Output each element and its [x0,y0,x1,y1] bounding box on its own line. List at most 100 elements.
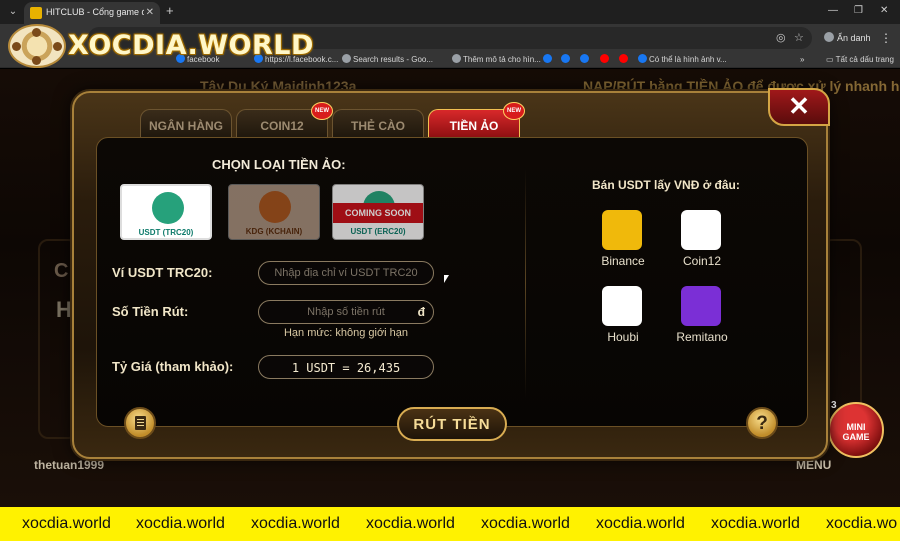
chip-dot [53,42,62,51]
note-line [137,419,144,420]
amount-input[interactable] [259,301,433,323]
help-button[interactable]: ? [746,407,778,439]
exchange-coin12[interactable]: Coin12 [671,210,733,276]
facebook-icon [543,54,552,63]
chip-dot [32,28,41,37]
wallet-input[interactable] [259,262,433,284]
coin-label: USDT (TRC20) [138,228,194,237]
note-line [137,422,144,423]
coin-label: KDG (KCHAIN) [245,227,303,236]
watermark-banner: xocdia.world xocdia.world xocdia.world x… [0,507,900,541]
exchange-binance[interactable]: Binance [592,210,654,276]
star-icon[interactable]: ☆ [794,31,804,45]
wallet-field[interactable] [258,261,434,285]
note-line [137,425,144,426]
maximize-icon[interactable]: ❐ [854,4,863,18]
bookmark-item[interactable]: Có thể là hình ảnh v... [638,53,727,66]
banner-text: xocdia.world [481,515,570,532]
withdraw-label: RÚT TIỀN [413,416,491,433]
eye-off-icon[interactable]: ◎ [776,31,786,45]
rate-field: 1 USDT = 26,435 [258,355,434,379]
banner-text: xocdia.world [596,515,685,532]
binance-icon [602,210,642,250]
menu-button[interactable]: MENU [796,458,831,472]
youtube-icon [600,54,609,63]
amount-field[interactable]: đ [258,300,434,324]
tab-label: COIN12 [260,119,304,133]
bookmark-item[interactable]: Search results - Goo... [342,53,433,66]
tab-search-icon[interactable]: ⌄ [6,5,20,19]
modal-close-button[interactable]: ✕ [768,88,830,126]
vertical-divider [525,168,526,398]
more-bookmarks-icon[interactable]: » [800,53,804,66]
mouse-cursor [444,275,449,283]
wallet-label: Ví USDT TRC20: [112,265,213,280]
bookmark-item[interactable]: Thêm mô tả cho hìn... [452,53,541,66]
bookmark-item[interactable] [580,53,591,66]
bookmark-item[interactable] [619,53,630,66]
mini-game-label: MINI GAME [842,422,870,442]
tab-label: THẺ CÀO [351,119,405,133]
new-badge: NEW [503,102,525,120]
window-close-icon[interactable]: ✕ [880,4,888,18]
new-badge-label: NEW [507,108,521,114]
browser-menu-icon[interactable]: ⋮ [880,30,892,46]
tab-bank[interactable]: NGÂN HÀNG [140,109,232,139]
tab-label: NGÂN HÀNG [149,119,223,133]
bg-letter: C [54,260,69,282]
exchange-houbi[interactable]: Houbi [592,286,654,352]
folder-icon: ▭ [826,55,836,64]
tab-coin12[interactable]: COIN12 NEW [236,102,333,139]
coin-usdt-trc20[interactable]: USDT (TRC20) [120,184,212,240]
exchange-remitano[interactable]: Remitano [671,286,733,352]
choose-crypto-title: CHỌN LOẠI TIỀN ẢO: [212,157,346,172]
player-name: thetuan1999 [34,458,105,472]
banner-text: xocdia.world [366,515,455,532]
coin-usdt-erc20: USDT (ERC20) COMING SOON [332,184,424,240]
tab-close-icon[interactable]: ✕ [146,6,154,19]
all-bookmarks-label: Tất cả dấu trang [835,55,894,64]
amount-label: Số Tiền Rút: [112,304,189,319]
facebook-icon [580,54,589,63]
bookmark-label: Thêm mô tả cho hìn... [463,55,541,64]
poker-chip-logo-icon [8,24,66,68]
notepad-icon [135,416,146,430]
kdg-icon [259,191,291,223]
bookmark-item[interactable] [600,53,611,66]
withdraw-modal: NGÂN HÀNG COIN12 NEW THẺ CÀO TIỀN ẢO NEW ✕… [72,88,830,459]
all-bookmarks[interactable]: ▭ Tất cả dấu trang [826,53,894,66]
browser-tab[interactable]: HITCLUB - Cổng game đánh bài... ✕ [24,2,160,24]
coin-kdg-kchain[interactable]: KDG (KCHAIN) [228,184,320,240]
banner-text: xocdia.world [711,515,800,532]
exchange-label: Coin12 [682,254,722,268]
coming-soon-label: COMING SOON [344,208,411,218]
bookmark-item[interactable] [561,53,572,66]
incognito-icon [824,32,834,42]
bookmark-item[interactable] [543,53,554,66]
mini-game-count: 3 [831,400,837,411]
banner-text: xocdia.wo [826,515,898,532]
incognito-profile[interactable]: Ẩn danh [824,29,871,47]
bookmark-label: Search results - Goo... [353,55,434,64]
currency-symbol: đ [417,305,425,319]
browser-tab-bar: ⌄ HITCLUB - Cổng game đánh bài... ✕ + — … [0,0,900,24]
banner-text: xocdia.world [22,515,111,532]
tab-crypto[interactable]: TIỀN ẢO NEW [428,102,525,139]
close-icon: ✕ [788,91,810,121]
rate-label: Tỷ Giá (tham khảo): [112,359,234,374]
minimize-icon[interactable]: — [828,4,838,18]
exchange-label: Remitano [676,330,728,344]
chip-dot [32,56,41,65]
exchanges-title: Bán USDT lấy VNĐ ở đâu: [592,178,740,192]
tab-card[interactable]: THẺ CÀO [332,109,424,139]
tether-icon [152,192,184,224]
history-button[interactable] [124,407,156,439]
tab-label: TIỀN ẢO [449,119,499,133]
exchange-label: Binance [601,254,645,268]
facebook-icon [561,54,570,63]
modal-tabs: NGÂN HÀNG COIN12 NEW THẺ CÀO TIỀN ẢO NEW [140,102,540,139]
withdraw-button[interactable]: RÚT TIỀN [397,407,507,441]
new-tab-icon[interactable]: + [166,4,174,18]
favicon-icon [30,7,42,19]
exchange-label: Houbi [607,330,639,344]
